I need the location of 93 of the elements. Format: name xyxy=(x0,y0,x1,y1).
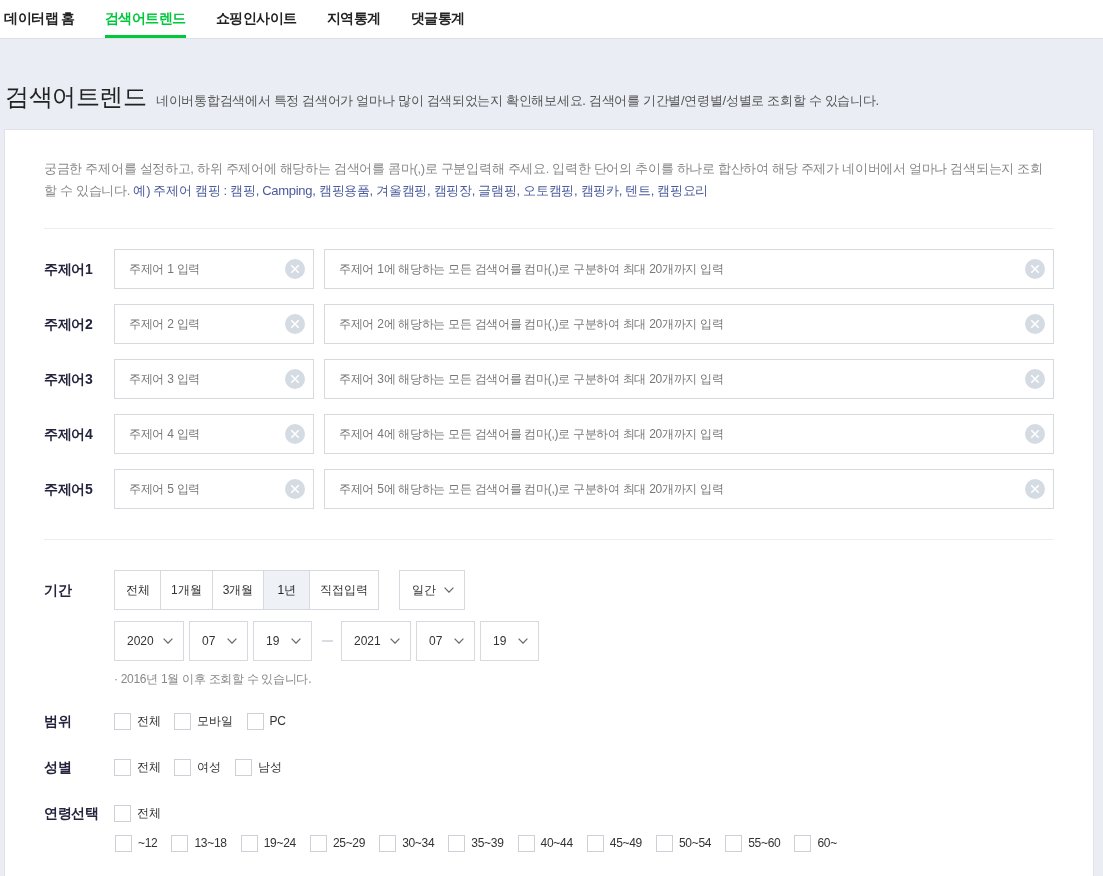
chevron-down-icon xyxy=(227,638,237,644)
month-select[interactable]: 07 xyxy=(416,621,475,661)
clear-icon[interactable] xyxy=(1025,369,1045,389)
checkbox-label[interactable]: 50~54 xyxy=(679,834,712,852)
checkbox[interactable] xyxy=(114,758,131,776)
checkbox[interactable] xyxy=(586,834,604,852)
chevron-down-icon xyxy=(518,638,528,644)
clear-icon[interactable] xyxy=(285,259,305,279)
checkbox[interactable] xyxy=(234,758,252,776)
period-tab[interactable]: 1개월 xyxy=(160,570,213,610)
chevron-down-icon xyxy=(163,638,173,644)
field-label: 기간 xyxy=(44,580,73,600)
period-tab[interactable]: 전체 xyxy=(114,570,161,610)
chevron-down-icon xyxy=(444,587,455,593)
checkbox-label[interactable]: 남성 xyxy=(257,758,282,776)
intro-paragraph: 궁금한 주제어를 설정하고, 하위 주제어에 해당하는 검색어를 콤마(,)로 구분입력해 주세요. 입력한 단어의 추이를 하나로 합산하여 해당 주제가 네이버에서 얼마나 검색되는지 조회할 수 있습니다. 예) 주제어 캠핑 : 캠핑, Camping, 캠핑용품, 겨울캠핑, 캠핑장, 글램핑, 오토캠핑, 캠핑카, 텐트, 캠핑요리 xyxy=(44,160,1044,200)
topic-label: 주제어4 xyxy=(44,424,94,444)
checkbox-label[interactable]: 13~18 xyxy=(194,834,227,852)
clear-icon[interactable] xyxy=(1025,314,1045,334)
topic-name-input[interactable]: 주제어 1 입력 xyxy=(114,249,314,289)
nav-tab[interactable]: 데이터랩 홈 xyxy=(4,0,75,38)
keywords-input[interactable]: 주제어 5에 해당하는 모든 검색어를 컴마(,)로 구분하여 최대 20개까지 입력 xyxy=(324,469,1054,509)
checkbox-label[interactable]: 60~ xyxy=(817,834,837,852)
checkbox-label[interactable]: 전체 xyxy=(137,712,161,730)
period-tab[interactable]: 1년 xyxy=(263,570,311,610)
checkbox[interactable] xyxy=(171,834,189,852)
keywords-input[interactable]: 주제어 1에 해당하는 모든 검색어를 컴마(,)로 구분하여 최대 20개까지 입력 xyxy=(324,249,1054,289)
checkbox[interactable] xyxy=(379,834,397,852)
checkbox-label[interactable]: 전체 xyxy=(137,758,161,776)
clear-icon[interactable] xyxy=(285,424,305,444)
topic-label: 주제어2 xyxy=(44,314,94,334)
page-subtitle: 네이버통합검색에서 특정 검색어가 얼마나 많이 검색되었는지 확인해보세요. 검색어를 기간별/연령별/성별로 조회할 수 있습니다. xyxy=(156,92,879,110)
checkbox-label[interactable]: ~12 xyxy=(138,834,158,852)
checkbox-label[interactable]: 30~34 xyxy=(402,834,435,852)
checkbox-label[interactable]: 40~44 xyxy=(540,834,573,852)
keywords-input[interactable]: 주제어 3에 해당하는 모든 검색어를 컴마(,)로 구분하여 최대 20개까지 입력 xyxy=(324,359,1054,399)
checkbox[interactable] xyxy=(656,834,673,852)
keywords-input[interactable]: 주제어 4에 해당하는 모든 검색어를 컴마(,)로 구분하여 최대 20개까지 입력 xyxy=(324,414,1054,454)
checkbox[interactable] xyxy=(114,712,131,730)
checkbox[interactable] xyxy=(114,804,131,822)
year-select[interactable]: 2021 xyxy=(341,621,411,661)
chevron-down-icon xyxy=(454,638,464,644)
checkbox-label[interactable]: 45~49 xyxy=(609,834,642,852)
topic-label: 주제어1 xyxy=(44,259,94,279)
dash-icon xyxy=(322,640,333,642)
topic-label: 주제어3 xyxy=(44,369,94,389)
checkbox[interactable] xyxy=(240,834,258,852)
topic-name-input[interactable]: 주제어 2 입력 xyxy=(114,304,314,344)
clear-icon[interactable] xyxy=(285,479,305,499)
checkbox[interactable] xyxy=(174,712,192,730)
period-tab[interactable]: 직접입력 xyxy=(309,570,380,610)
nav-tab[interactable]: 댓글통계 xyxy=(410,0,465,38)
clear-icon[interactable] xyxy=(285,369,305,389)
clear-icon[interactable] xyxy=(1025,259,1045,279)
nav-tab[interactable]: 쇼핑인사이트 xyxy=(215,0,297,38)
topic-label: 주제어5 xyxy=(44,479,94,499)
topic-name-input[interactable]: 주제어 4 입력 xyxy=(114,414,314,454)
checkbox-label[interactable]: 19~24 xyxy=(263,834,296,852)
period-tab[interactable]: 3개월 xyxy=(211,570,265,610)
checkbox[interactable] xyxy=(794,834,812,852)
topic-name-input[interactable]: 주제어 3 입력 xyxy=(114,359,314,399)
month-select[interactable]: 07 xyxy=(189,621,248,661)
chevron-down-icon xyxy=(390,638,400,644)
chevron-down-icon xyxy=(291,638,301,644)
checkbox-label[interactable]: 전체 xyxy=(137,804,161,822)
page-title: 검색어트렌드 xyxy=(5,83,146,111)
field-label: 성별 xyxy=(44,757,73,777)
checkbox-label[interactable]: 여성 xyxy=(197,758,221,776)
checkbox-label[interactable]: 모바일 xyxy=(197,712,233,730)
period-note: · 2016년 1월 이후 조회할 수 있습니다. xyxy=(114,671,312,687)
checkbox[interactable] xyxy=(725,834,743,852)
clear-icon[interactable] xyxy=(1025,424,1045,444)
checkbox-label[interactable]: 55~60 xyxy=(748,834,781,852)
day-select[interactable]: 19 xyxy=(253,621,312,661)
checkbox[interactable] xyxy=(309,834,327,852)
checkbox[interactable] xyxy=(448,834,466,852)
checkbox-label[interactable]: PC xyxy=(269,712,286,730)
clear-icon[interactable] xyxy=(1025,479,1045,499)
day-select[interactable]: 19 xyxy=(480,621,539,661)
clear-icon[interactable] xyxy=(285,314,305,334)
keywords-input[interactable]: 주제어 2에 해당하는 모든 검색어를 컴마(,)로 구분하여 최대 20개까지 입력 xyxy=(324,304,1054,344)
year-select[interactable]: 2020 xyxy=(114,621,184,661)
field-label: 범위 xyxy=(44,711,73,731)
interval-select[interactable]: 일간 xyxy=(399,570,466,610)
checkbox[interactable] xyxy=(115,834,132,852)
field-label: 연령선택 xyxy=(44,803,100,823)
checkbox[interactable] xyxy=(174,758,192,776)
topic-name-input[interactable]: 주제어 5 입력 xyxy=(114,469,314,509)
checkbox-label[interactable]: 25~29 xyxy=(332,834,366,852)
checkbox[interactable] xyxy=(246,712,264,730)
checkbox-label[interactable]: 35~39 xyxy=(471,834,504,852)
checkbox[interactable] xyxy=(517,834,535,852)
nav-tab[interactable]: 지역통계 xyxy=(326,0,381,38)
